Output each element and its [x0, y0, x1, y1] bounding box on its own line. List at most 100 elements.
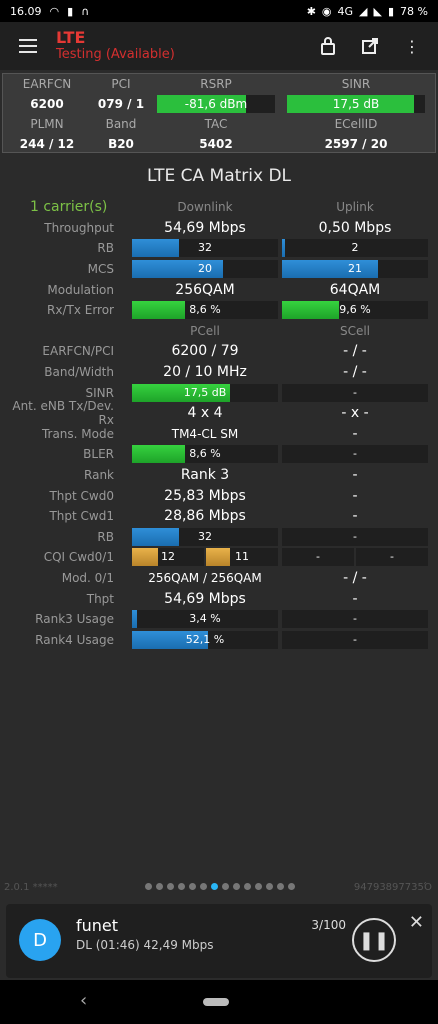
- row-label: RB: [97, 241, 114, 256]
- thpt0-pcell: 25,83 Mbps: [164, 487, 246, 504]
- row-label: Thpt: [86, 591, 114, 606]
- rank3-scell-bar: -: [282, 610, 428, 629]
- ant-scell: - x -: [341, 405, 369, 422]
- earfcn-label: EARFCN: [22, 77, 72, 91]
- downlink-header: Downlink: [177, 200, 233, 215]
- thpt-pcell: 54,69 Mbps: [164, 590, 246, 607]
- sinr-scell-bar: -: [282, 383, 428, 402]
- thpt1-pcell: 28,86 Mbps: [164, 508, 246, 525]
- menu-icon[interactable]: [0, 22, 56, 70]
- mcs-dl-bar: 20: [132, 260, 278, 279]
- ant-pcell: 4 x 4: [187, 405, 223, 422]
- notification-detail: DL (01:46) 42,49 Mbps: [76, 938, 214, 952]
- open-external-icon[interactable]: [358, 34, 382, 58]
- rxtx-ul-value: 9,6 %: [339, 303, 371, 317]
- band-value: B20: [108, 137, 134, 151]
- page-dot[interactable]: [255, 883, 262, 890]
- pause-icon[interactable]: ❚❚: [352, 918, 396, 962]
- cqi-cwd1-value: 11: [235, 550, 249, 564]
- rank4-scell-bar: -: [282, 630, 428, 649]
- page-dot[interactable]: [233, 883, 240, 890]
- modulation-ul: 64QAM: [329, 281, 381, 298]
- rank4-pcell-value: 52,1 %: [185, 632, 225, 646]
- signal-icon: ▮: [67, 4, 74, 18]
- lock-icon[interactable]: [316, 34, 340, 58]
- mod01-scell: - / -: [343, 569, 367, 586]
- sinr-label: SINR: [341, 77, 371, 91]
- bler-pcell-value: 8,6 %: [189, 447, 221, 461]
- page-dot[interactable]: [200, 883, 207, 890]
- page-dot[interactable]: [222, 883, 229, 890]
- app-version: 2.0.1 *****: [4, 882, 58, 893]
- page-dot[interactable]: [244, 883, 251, 890]
- headphones-icon: ∩: [81, 4, 90, 18]
- cqi-scell-cwd0: -: [282, 548, 354, 567]
- battery-icon: ▮: [387, 4, 395, 18]
- battery-level: 78 %: [400, 4, 428, 18]
- row-label: Throughput: [44, 220, 114, 235]
- navigation-bar: ‹: [0, 980, 438, 1024]
- 4g-icon: 4G: [337, 4, 354, 18]
- more-options-icon[interactable]: ⋮: [400, 34, 424, 58]
- tac-value: 5402: [199, 137, 233, 151]
- page-dot[interactable]: [189, 883, 196, 890]
- home-pill[interactable]: [203, 998, 229, 1006]
- page-dot[interactable]: [211, 883, 218, 890]
- page-dot[interactable]: [288, 883, 295, 890]
- mcs-ul-value: 21: [348, 262, 362, 276]
- rank3-pcell-value: 3,4 %: [189, 612, 221, 626]
- throughput-ul: 0,50 Mbps: [318, 219, 392, 236]
- page-dot[interactable]: [277, 883, 284, 890]
- rb-scell-value: -: [353, 529, 357, 543]
- notification-count: 3/100: [311, 918, 346, 932]
- page-indicator: 2.0.1 ***** 94793897735Ό: [0, 882, 438, 894]
- page-title: LTE CA Matrix DL: [146, 166, 292, 186]
- sinr-pcell-value: 17,5 dB: [183, 385, 227, 399]
- back-icon[interactable]: ‹: [80, 990, 87, 1011]
- bler-scell-value: -: [353, 447, 357, 461]
- row-label: EARFCN/PCI: [42, 344, 114, 359]
- rank3-scell-value: -: [353, 612, 357, 626]
- bler-scell-bar: -: [282, 445, 428, 464]
- row-label: Band/Width: [44, 365, 114, 380]
- carriers-count: 1 carrier(s): [30, 199, 108, 216]
- row-label: BLER: [83, 447, 114, 462]
- page-dot[interactable]: [167, 883, 174, 890]
- thpt1-scell: -: [352, 508, 358, 525]
- band-label: Band: [105, 117, 137, 131]
- rsrp-bar: -81,6 dBm: [157, 95, 275, 113]
- rsrp-label: RSRP: [200, 77, 232, 91]
- row-label: RB: [97, 529, 114, 544]
- location-icon: ◉: [321, 4, 332, 18]
- page-dot[interactable]: [266, 883, 273, 890]
- rb-scell-bar: -: [282, 527, 428, 546]
- row-label: Thpt Cwd0: [49, 488, 114, 503]
- page-dot[interactable]: [145, 883, 152, 890]
- row-label: CQI Cwd0/1: [43, 550, 114, 565]
- signal-strength-icon: ◢: [359, 4, 368, 18]
- sinr-bar: 17,5 dB: [287, 95, 425, 113]
- ecellid-label: ECellID: [334, 117, 378, 131]
- cqi-cwd0-value: 12: [161, 550, 175, 564]
- close-icon[interactable]: ✕: [409, 912, 424, 933]
- page-dot[interactable]: [156, 883, 163, 890]
- page-dots[interactable]: [145, 883, 295, 890]
- rank3-pcell-bar: 3,4 %: [132, 610, 278, 629]
- rb-pcell-bar: 32: [132, 527, 278, 546]
- app-subtitle: Testing (Available): [56, 47, 175, 62]
- row-label: Rank4 Usage: [35, 632, 114, 647]
- mcs-ul-bar: 21: [282, 260, 428, 279]
- rsrp-value: -81,6 dBm: [184, 97, 248, 111]
- rxtx-ul-bar: 9,6 %: [282, 301, 428, 320]
- rb-ul-bar: 2: [282, 239, 428, 258]
- uplink-header: Uplink: [336, 200, 374, 215]
- page-dot[interactable]: [178, 883, 185, 890]
- rxtx-dl-value: 8,6 %: [189, 303, 221, 317]
- status-bar: 16.09 ◠ ▮ ∩ ✱ ◉ 4G ◢ ◣ ▮ 78 %: [0, 0, 438, 22]
- row-label: Mod. 0/1: [61, 570, 114, 585]
- pci-label: PCI: [111, 77, 131, 91]
- test-notification[interactable]: D funet DL (01:46) 42,49 Mbps 3/100 ❚❚ ✕: [6, 904, 432, 978]
- scell-header: SCell: [339, 323, 371, 338]
- sinr-value: 17,5 dB: [332, 97, 380, 111]
- ecellid-value: 2597 / 20: [324, 137, 388, 151]
